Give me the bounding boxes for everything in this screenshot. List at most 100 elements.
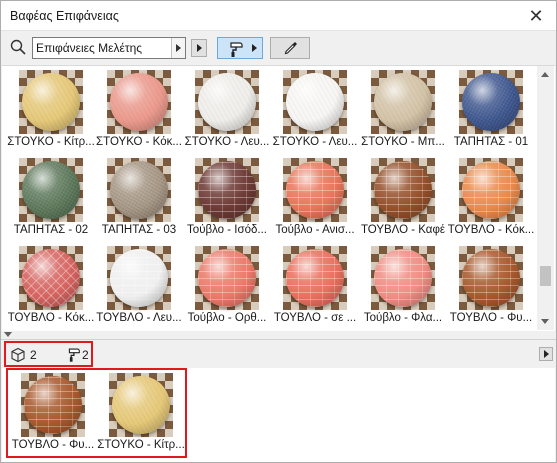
material-sphere-icon <box>374 73 432 131</box>
surface-tile[interactable]: ΤΑΠΗΤΑΣ - 03 <box>91 156 179 244</box>
surface-tile[interactable]: ΤΑΠΗΤΑΣ - 01 <box>443 68 531 156</box>
material-sphere-icon <box>110 249 168 307</box>
surface-thumbnail <box>19 70 83 134</box>
surface-label: ΤΟΥΒΛΟ - Καφέ <box>360 224 446 236</box>
surface-label: ΤΑΠΗΤΑΣ - 02 <box>13 224 89 236</box>
surface-thumbnail <box>195 158 259 222</box>
paint-mode-button[interactable] <box>217 37 263 59</box>
material-sphere-icon <box>198 73 256 131</box>
surface-thumbnail <box>283 70 347 134</box>
surface-grid[interactable]: ΣΤΟΥΚΟ - Κίτρ... ΣΤΟΥΚΟ - Κόκ... ΣΤΟΥΚΟ - … <box>2 65 555 331</box>
surface-label: ΣΤΟΥΚΟ - Λευ... <box>184 136 270 148</box>
chevron-right-icon[interactable] <box>171 38 185 58</box>
surfaces-count: 2 <box>82 348 89 362</box>
material-sphere-icon <box>462 73 520 131</box>
surface-thumbnail <box>371 158 435 222</box>
surface-label: ΣΤΟΥΚΟ - Κίτρ... <box>7 136 95 148</box>
apply-button[interactable] <box>191 39 207 57</box>
material-sphere-icon <box>374 249 432 307</box>
surface-tile[interactable]: ΤΟΥΒΛΟ - Φυ... <box>5 371 94 459</box>
search-input[interactable] <box>33 38 171 58</box>
surface-label: Τούβλο - Φλα... <box>363 312 443 324</box>
surface-tile[interactable]: ΤΟΥΒΛΟ - Κόκ... <box>3 244 94 331</box>
surface-thumbnail <box>107 246 171 310</box>
material-sphere-icon <box>198 161 256 219</box>
surface-thumbnail <box>19 158 83 222</box>
eyedropper-button[interactable] <box>270 37 310 59</box>
surface-tile[interactable]: Τούβλο - Ισόδ... <box>179 156 267 244</box>
material-sphere-icon <box>110 73 168 131</box>
surface-tile[interactable]: ΣΤΟΥΚΟ - Μπ... <box>355 68 445 156</box>
surface-tile[interactable]: ΣΤΟΥΚΟ - Κόκ... <box>91 68 182 156</box>
material-sphere-icon <box>112 376 170 434</box>
surface-tile[interactable]: Τούβλο - Φλα... <box>355 244 443 331</box>
material-sphere-icon <box>462 249 520 307</box>
surface-thumbnail <box>283 246 347 310</box>
title-bar: Βαφέας Επιφάνειας ✕ <box>1 1 556 31</box>
material-sphere-icon <box>24 376 82 434</box>
surface-thumbnail <box>107 70 171 134</box>
surface-label: ΤΟΥΒΛΟ - Κόκ... <box>7 312 95 324</box>
material-sphere-icon <box>198 249 256 307</box>
surface-tile[interactable]: Τούβλο - Ανισ... <box>267 156 355 244</box>
material-sphere-icon <box>462 161 520 219</box>
panel-splitter[interactable] <box>1 331 556 339</box>
surface-label: ΤΟΥΒΛΟ - Φυ... <box>449 312 533 324</box>
surface-tile[interactable]: ΣΤΟΥΚΟ - Λευ... <box>267 68 357 156</box>
close-icon[interactable]: ✕ <box>526 6 546 26</box>
surface-label: ΤΟΥΒΛΟ - Λευ... <box>96 312 182 324</box>
surface-tile[interactable]: ΣΤΟΥΚΟ - Λευ... <box>179 68 269 156</box>
search-icon[interactable] <box>10 39 26 55</box>
surface-painter-palette: Βαφέας Επιφάνειας ✕ ΣΤΟΥΚΟ - Κ <box>0 0 557 463</box>
material-sphere-icon <box>374 161 432 219</box>
surface-label: ΣΤΟΥΚΟ - Κόκ... <box>96 136 182 148</box>
surface-label: Τούβλο - Ισόδ... <box>187 224 267 236</box>
surface-label: ΤΟΥΒΛΟ - Κόκ... <box>447 224 535 236</box>
surface-thumbnail <box>109 373 173 437</box>
selected-surfaces-area: ΤΟΥΒΛΟ - Φυ... ΣΤΟΥΚΟ - Κίτρ... <box>2 368 555 462</box>
chevron-right-icon <box>252 44 257 52</box>
surface-thumbnail <box>283 158 347 222</box>
surface-tile[interactable]: ΤΟΥΒΛΟ - Λευ... <box>91 244 182 331</box>
surface-label: Τούβλο - Ανισ... <box>275 224 355 236</box>
eyedropper-icon <box>284 42 297 55</box>
surface-tile[interactable]: ΣΤΟΥΚΟ - Κίτρ... <box>3 68 95 156</box>
cube-icon <box>11 347 25 363</box>
window-title: Βαφέας Επιφάνειας <box>10 9 119 23</box>
surface-tile[interactable]: ΤΟΥΒΛΟ - Φυ... <box>443 244 532 331</box>
surface-thumbnail <box>459 246 523 310</box>
surface-thumbnail <box>371 70 435 134</box>
material-sphere-icon <box>286 249 344 307</box>
surface-tile[interactable]: ΣΤΟΥΚΟ - Κίτρ... <box>93 371 185 459</box>
material-sphere-icon <box>286 161 344 219</box>
grid-scrollbar[interactable] <box>537 66 554 330</box>
surface-label: ΣΤΟΥΚΟ - Κίτρ... <box>97 439 185 451</box>
surface-thumbnail <box>21 373 85 437</box>
surface-label: ΤΟΥΒΛΟ - Φυ... <box>11 439 95 451</box>
surface-tile[interactable]: ΤΟΥΒΛΟ - Κόκ... <box>443 156 534 244</box>
surface-tile[interactable]: ΤΟΥΒΛΟ - σε ... <box>267 244 356 331</box>
surface-label: Τούβλο - Ορθ... <box>187 312 267 324</box>
collapse-icon[interactable] <box>4 332 12 337</box>
surface-label: ΤΑΠΗΤΑΣ - 01 <box>453 136 529 148</box>
surface-source-select[interactable] <box>32 37 186 59</box>
material-sphere-icon <box>22 249 80 307</box>
scroll-up-icon[interactable] <box>541 72 549 77</box>
surface-tile[interactable]: ΤΑΠΗΤΑΣ - 02 <box>3 156 91 244</box>
paint-roller-icon <box>230 42 243 57</box>
scrollbar-thumb[interactable] <box>540 266 551 286</box>
surface-label: ΤΑΠΗΤΑΣ - 03 <box>101 224 177 236</box>
surface-thumbnail <box>107 158 171 222</box>
surface-tile[interactable]: Τούβλο - Ορθ... <box>179 244 267 331</box>
surface-tile[interactable]: ΤΟΥΒΛΟ - Καφέ <box>355 156 445 244</box>
surface-thumbnail <box>195 70 259 134</box>
material-sphere-icon <box>286 73 344 131</box>
expand-button[interactable] <box>539 347 553 361</box>
selection-info-bar: 2 2 <box>1 339 556 367</box>
surface-thumbnail <box>195 246 259 310</box>
surface-label: ΣΤΟΥΚΟ - Λευ... <box>272 136 358 148</box>
material-sphere-icon <box>22 73 80 131</box>
scroll-down-icon[interactable] <box>541 319 549 324</box>
surface-thumbnail <box>459 158 523 222</box>
surface-thumbnail <box>459 70 523 134</box>
